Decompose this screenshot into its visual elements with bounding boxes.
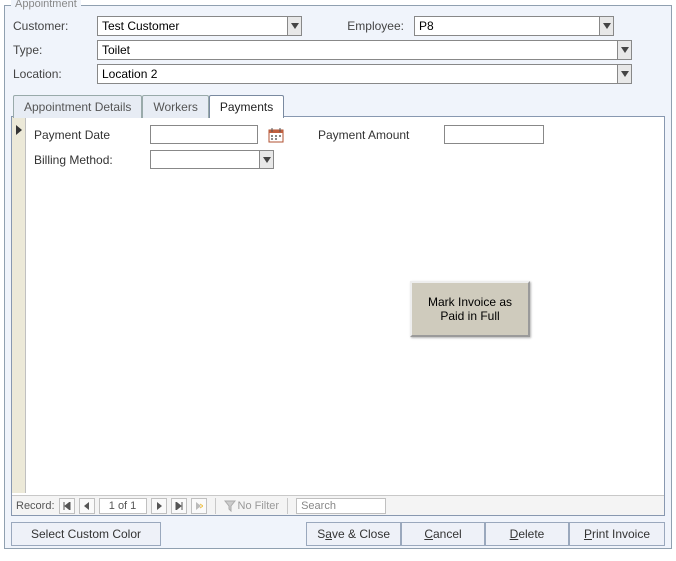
chevron-down-icon[interactable] — [259, 151, 273, 168]
chevron-down-icon[interactable] — [287, 17, 301, 35]
appointment-group: Appointment Customer: Employee: Type: Lo… — [4, 5, 672, 549]
billing-method-combo[interactable] — [150, 150, 274, 169]
payments-form: Payment Date Payment Amoun — [30, 121, 660, 489]
chevron-down-icon[interactable] — [617, 41, 631, 59]
customer-label: Customer: — [11, 16, 95, 38]
record-position[interactable]: 1 of 1 — [99, 498, 147, 514]
payment-date-input[interactable] — [150, 125, 258, 144]
nav-next-button[interactable] — [151, 498, 167, 514]
cancel-button[interactable]: Cancel — [401, 522, 485, 546]
no-filter-indicator: No Filter — [224, 500, 280, 512]
payments-panel: Payment Date Payment Amoun — [11, 116, 665, 516]
mark-paid-button[interactable]: Mark Invoice as Paid in Full — [410, 281, 530, 337]
payment-date-label: Payment Date — [34, 128, 144, 142]
billing-method-input[interactable] — [151, 151, 259, 168]
record-navigator: Record: 1 of 1 No Filter — [12, 495, 664, 515]
nav-new-button[interactable] — [191, 498, 207, 514]
record-label: Record: — [16, 500, 55, 512]
employee-combo[interactable] — [414, 16, 614, 36]
nav-last-button[interactable] — [171, 498, 187, 514]
header-area: Customer: Employee: Type: Location: — [11, 16, 665, 86]
location-combo[interactable] — [97, 64, 632, 84]
employee-label: Employee: — [322, 16, 412, 38]
group-title: Appointment — [11, 0, 81, 10]
chevron-down-icon[interactable] — [617, 65, 631, 83]
nav-first-button[interactable] — [59, 498, 75, 514]
type-input[interactable] — [98, 41, 617, 59]
employee-input[interactable] — [415, 17, 599, 35]
footer-bar: Select Custom Color Save & Close Cancel … — [11, 522, 665, 546]
payment-amount-label: Payment Amount — [318, 128, 438, 142]
record-selector[interactable] — [12, 117, 26, 493]
print-invoice-button[interactable]: Print Invoice — [569, 522, 665, 546]
filter-icon — [224, 500, 236, 512]
payment-amount-input[interactable] — [444, 125, 544, 144]
location-label: Location: — [11, 64, 95, 86]
record-search-input[interactable]: Search — [296, 498, 386, 514]
save-close-button[interactable]: Save & Close — [306, 522, 401, 546]
billing-method-label: Billing Method: — [34, 153, 144, 167]
tab-appointment-details[interactable]: Appointment Details — [13, 95, 142, 118]
tab-bar: Appointment Details Workers Payments — [11, 94, 665, 117]
tab-workers[interactable]: Workers — [142, 95, 208, 118]
customer-combo[interactable] — [97, 16, 302, 36]
delete-button[interactable]: Delete — [485, 522, 569, 546]
nav-prev-button[interactable] — [79, 498, 95, 514]
type-combo[interactable] — [97, 40, 632, 60]
chevron-down-icon[interactable] — [599, 17, 613, 35]
tab-payments[interactable]: Payments — [209, 95, 284, 118]
customer-input[interactable] — [98, 17, 287, 35]
select-custom-color-button[interactable]: Select Custom Color — [11, 522, 161, 546]
location-input[interactable] — [98, 65, 617, 83]
calendar-icon[interactable] — [268, 127, 284, 143]
type-label: Type: — [11, 40, 95, 62]
